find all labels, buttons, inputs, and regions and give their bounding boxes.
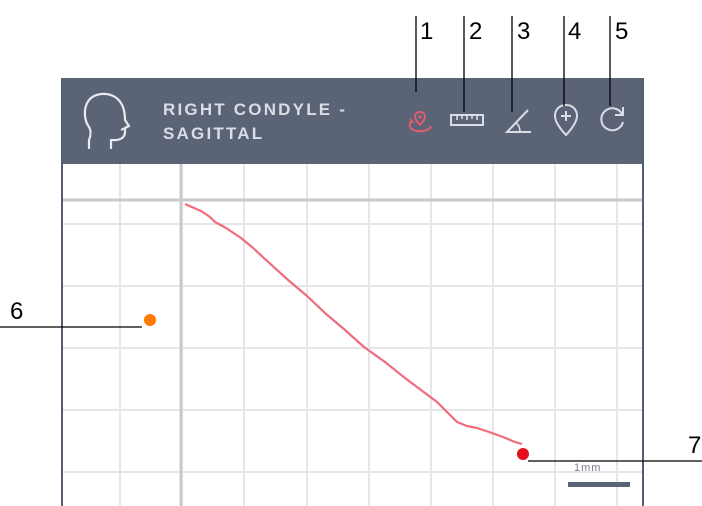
- scale-bar: [568, 482, 630, 487]
- callout-3: 3: [517, 18, 531, 45]
- callout-7: 7: [688, 432, 702, 459]
- callout-5: 5: [615, 18, 629, 45]
- callout-6: 6: [10, 298, 24, 325]
- condyle-viewer-panel: RIGHT CONDYLE - SAGITTAL: [61, 78, 644, 506]
- trace-tool-icon[interactable]: [405, 108, 435, 143]
- grid: [63, 164, 642, 506]
- head-profile-icon[interactable]: [81, 90, 131, 157]
- refresh-icon[interactable]: [596, 104, 628, 141]
- view-title-line-1: RIGHT CONDYLE -: [163, 100, 348, 119]
- callout-4: 4: [568, 18, 582, 45]
- start-point-marker: [144, 314, 156, 326]
- view-title: RIGHT CONDYLE - SAGITTAL: [163, 98, 383, 146]
- motion-trace-plot[interactable]: [63, 164, 644, 506]
- viewer-header: RIGHT CONDYLE - SAGITTAL: [63, 78, 642, 164]
- condyle-trace-path: [184, 202, 523, 446]
- callout-1: 1: [420, 18, 434, 45]
- scale-bar-label: 1mm: [574, 462, 602, 474]
- angle-icon[interactable]: [503, 106, 533, 141]
- ruler-icon[interactable]: [449, 110, 485, 135]
- end-point-marker: [517, 448, 529, 460]
- add-point-icon[interactable]: [551, 102, 581, 143]
- view-title-line-2: SAGITTAL: [163, 124, 265, 143]
- callout-2: 2: [469, 18, 483, 45]
